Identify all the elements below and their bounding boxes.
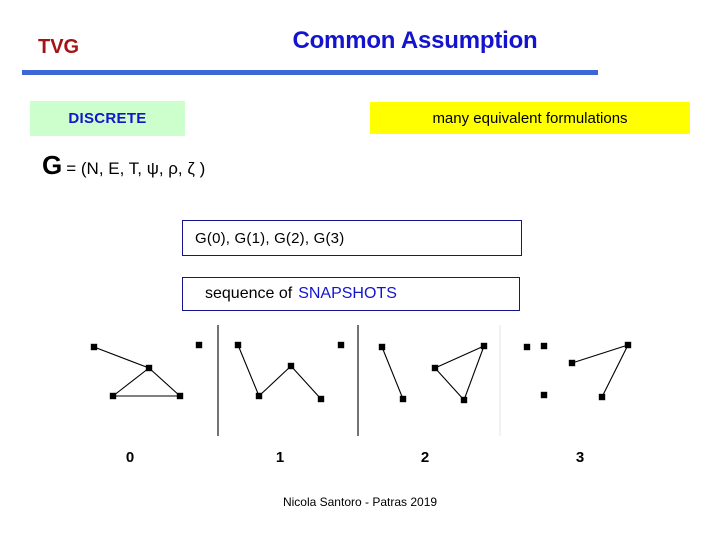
graph-node	[624, 341, 632, 349]
graph-edge	[112, 367, 150, 397]
graph-edge	[434, 367, 465, 401]
graph-node	[176, 392, 184, 400]
graph-node	[255, 392, 263, 400]
time-label-2: 2	[420, 449, 430, 466]
footer-credit: Nicola Santoro - Patras 2019	[282, 495, 438, 509]
formula-symbol: G	[42, 150, 63, 180]
snapshot-graph-1	[234, 341, 345, 403]
graph-edge	[148, 367, 181, 397]
graph-node	[109, 392, 117, 400]
graph-node	[598, 393, 606, 401]
sequence-prefix-label: sequence of	[205, 285, 293, 302]
formulations-label: many equivalent formulations	[432, 109, 628, 127]
graph-edge	[601, 344, 629, 398]
graph-node	[287, 362, 295, 370]
formula-definition: = (N, E, T, ψ, ρ, ζ )	[66, 159, 206, 178]
snapshot-graph-3	[540, 341, 632, 401]
graph-node	[337, 341, 345, 349]
time-label-1: 1	[275, 449, 285, 466]
graph-node	[431, 364, 439, 372]
time-label-3: 3	[575, 449, 585, 466]
tvg-formula: G = (N, E, T, ψ, ρ, ζ )	[42, 152, 205, 179]
time-label-0: 0	[125, 449, 135, 466]
graph-node	[378, 343, 386, 351]
graph-node	[195, 341, 203, 349]
graph-edge	[237, 344, 260, 397]
graph-node	[90, 343, 98, 351]
graph-node	[540, 342, 548, 350]
graph-node	[317, 395, 325, 403]
graph-edge	[93, 346, 150, 369]
discrete-tag-label: DISCRETE	[68, 110, 147, 127]
graph-node	[540, 391, 548, 399]
discrete-tag-box: DISCRETE	[30, 101, 185, 136]
graph-edge	[571, 344, 629, 364]
graph-node	[145, 364, 153, 372]
snapshot-graph-2	[378, 342, 531, 404]
graph-node	[480, 342, 488, 350]
tvg-logo: TVG	[38, 36, 80, 58]
snapshot-graph-canvas	[90, 325, 632, 436]
snapshot-graph-strip	[0, 318, 720, 448]
graph-node	[234, 341, 242, 349]
formulations-highlight-box: many equivalent formulations	[370, 102, 690, 134]
snapshots-keyword-label: SNAPSHOTS	[298, 285, 397, 302]
graph-node	[568, 359, 576, 367]
graph-edge	[290, 365, 322, 400]
sequence-text: sequence of SNAPSHOTS	[205, 285, 397, 303]
graph-edge	[258, 365, 292, 397]
header-divider-rule	[22, 70, 598, 75]
graph-node	[460, 396, 468, 404]
snapshot-list-label: G(0), G(1), G(2), G(3)	[195, 229, 345, 247]
graph-node	[399, 395, 407, 403]
page-title: Common Assumption	[292, 27, 538, 54]
snapshot-list-box: G(0), G(1), G(2), G(3)	[182, 220, 522, 256]
sequence-box: sequence of SNAPSHOTS	[182, 277, 520, 311]
graph-node	[523, 343, 531, 351]
snapshot-graph-0	[90, 341, 203, 400]
graph-edge	[381, 346, 404, 400]
